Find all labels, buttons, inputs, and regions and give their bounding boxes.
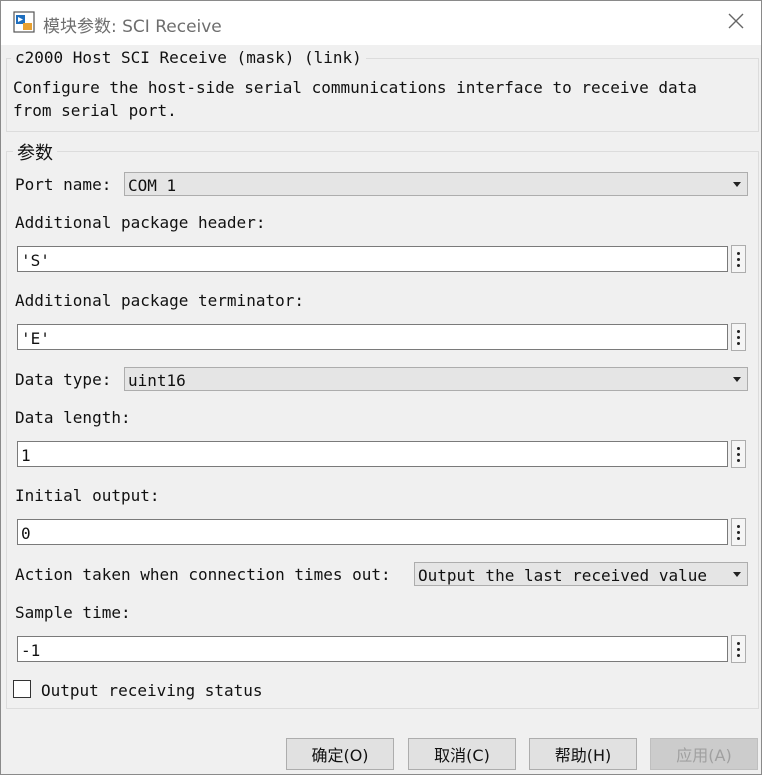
parameters-title: 参数 [13, 139, 57, 165]
output-status-label: Output receiving status [41, 681, 263, 700]
initial-output-input[interactable]: 0 [17, 519, 728, 545]
simulink-block-icon [13, 11, 35, 33]
package-terminator-more-button[interactable] [731, 323, 746, 351]
package-header-more-button[interactable] [731, 245, 746, 273]
chevron-down-icon [733, 377, 741, 382]
block-header: c2000 Host SCI Receive (mask) (link) [11, 48, 366, 67]
package-header-value: 'S' [21, 251, 50, 270]
output-status-checkbox[interactable] [13, 680, 31, 698]
title-bar: 模块参数: SCI Receive [1, 1, 761, 45]
data-length-label: Data length: [15, 408, 131, 427]
package-terminator-label: Additional package terminator: [15, 291, 304, 310]
sample-time-more-button[interactable] [731, 635, 746, 663]
initial-output-more-button[interactable] [731, 518, 746, 546]
sample-time-input[interactable]: -1 [17, 636, 728, 662]
port-name-label: Port name: [15, 175, 112, 194]
package-terminator-value: 'E' [21, 329, 50, 348]
timeout-action-label: Action taken when connection times out: [15, 565, 391, 584]
initial-output-label: Initial output: [15, 486, 160, 505]
data-type-label: Data type: [15, 370, 112, 389]
data-length-more-button[interactable] [731, 440, 746, 468]
data-type-dropdown[interactable]: uint16 [124, 367, 748, 391]
apply-button[interactable]: 应用(A) [650, 738, 758, 770]
data-type-value: uint16 [128, 371, 186, 390]
cancel-button[interactable]: 取消(C) [408, 738, 516, 770]
sample-time-label: Sample time: [15, 603, 131, 622]
timeout-action-value: Output the last received value [418, 566, 707, 585]
close-button[interactable] [719, 7, 753, 39]
parameters-group [6, 151, 759, 709]
port-name-value: COM 1 [128, 176, 177, 195]
initial-output-value: 0 [21, 524, 31, 543]
close-icon [728, 13, 744, 33]
port-name-dropdown[interactable]: COM 1 [124, 172, 748, 196]
package-header-input[interactable]: 'S' [17, 246, 728, 272]
data-length-input[interactable]: 1 [17, 441, 728, 467]
data-length-value: 1 [21, 446, 31, 465]
package-header-label: Additional package header: [15, 213, 266, 232]
help-button[interactable]: 帮助(H) [529, 738, 637, 770]
dialog-window: 模块参数: SCI Receive c2000 Host SCI Receive… [0, 0, 762, 775]
window-title: 模块参数: SCI Receive [43, 17, 222, 37]
block-description: Configure the host-side serial communica… [13, 78, 697, 120]
sample-time-value: -1 [21, 641, 41, 660]
chevron-down-icon [733, 572, 741, 577]
timeout-action-dropdown[interactable]: Output the last received value [414, 562, 748, 586]
chevron-down-icon [733, 182, 741, 187]
ok-button[interactable]: 确定(O) [286, 738, 394, 770]
package-terminator-input[interactable]: 'E' [17, 324, 728, 350]
